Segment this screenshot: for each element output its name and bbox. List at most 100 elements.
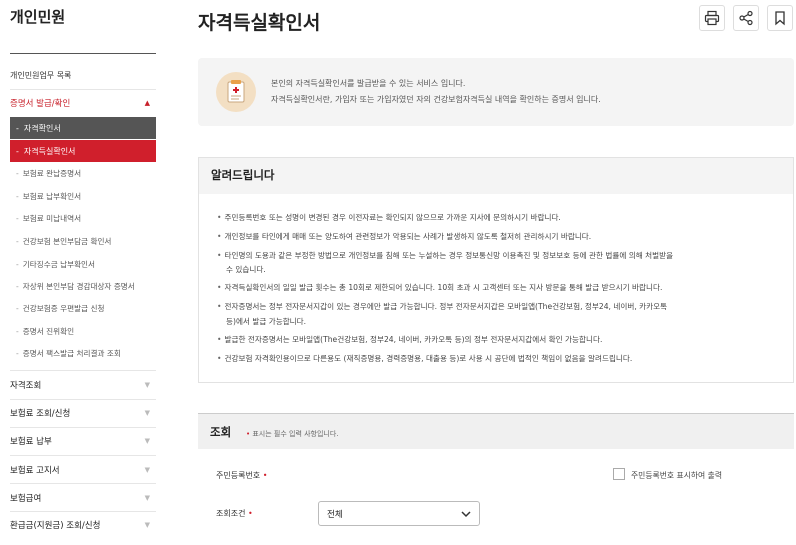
divider [10, 427, 156, 428]
sidebar-subitem[interactable]: - 증명서 팩스발급 처리결과 조회 [16, 348, 121, 359]
query-title: 조회 [210, 425, 232, 439]
resident-number-label: 주민등록번호 • [216, 470, 267, 481]
notice-item: • 타인명의 도용과 같은 부정한 방법으로 개인정보를 침해 또는 누설하는 경… [217, 250, 673, 261]
sidebar-subitem[interactable]: - 기타징수금 납부확인서 [16, 259, 95, 270]
notice-item: • 발급한 전자증명서는 모바일앱(The건강보험, 정부24, 네이버, 카카오… [217, 334, 602, 345]
sidebar-subitem-label: 보험료 미납내역서 [22, 214, 82, 223]
sidebar-title: 개인민원 [10, 8, 66, 26]
sidebar-subitem[interactable]: - 증명서 진위확인 [16, 326, 74, 337]
sidebar-category-label: 보험료 납부 [10, 437, 52, 447]
required-dot: • [245, 509, 253, 518]
sidebar-category-label: 환급금(지원금) 조회/신청 [10, 521, 101, 531]
dash-icon: - [16, 192, 19, 201]
sidebar-subitem-label: 증명서 팩스발급 처리결과 조회 [22, 349, 121, 358]
notice-item-text: 타인명의 도용과 같은 부정한 방법으로 개인정보를 침해 또는 누설하는 경우… [224, 251, 674, 260]
divider [10, 399, 156, 400]
dash-icon: - [16, 237, 19, 246]
share-button[interactable] [733, 5, 759, 31]
query-header: 조회 • 표시는 필수 입력 사항입니다. [198, 413, 794, 449]
bullet: • [217, 251, 222, 260]
bookmark-button[interactable] [767, 5, 793, 31]
sidebar-category[interactable]: 보험료 고지서 ▼ [10, 459, 156, 481]
sidebar-subitem[interactable]: - 건강보험 본인부담금 확인서 [16, 236, 111, 247]
sidebar-category-label: 자격조회 [10, 381, 42, 391]
dash-icon: - [16, 214, 19, 223]
notice-item-continued: 수 있습니다. [226, 265, 266, 274]
notice-item-text: 전자증명서는 정부 전자문서지갑이 있는 경우에만 발급 가능합니다. 정부 전… [224, 302, 668, 311]
dash-icon: - [16, 304, 19, 313]
divider [10, 483, 156, 484]
notice-item: • 건강보험 자격확인용이므로 다른용도 (재직증명용, 경력증명용, 대출용 등… [217, 353, 632, 364]
sidebar-item-label: 자격득실확인서 [23, 146, 76, 156]
sidebar-item-qualification-history[interactable]: - 자격득실확인서 [10, 140, 156, 162]
chevron-down-icon: ▼ [144, 437, 150, 445]
bullet: • [217, 335, 222, 344]
sidebar-subitem[interactable]: - 자상위 본인부담 경감대상자 증명서 [16, 281, 135, 292]
notice-item-text: 개인정보를 타인에게 매매 또는 양도하여 관련정보가 악용되는 사례가 발생하… [224, 232, 592, 241]
intro-text: 자격득실확인서란, 가입자 또는 가입자였던 자의 건강보험자격득실 내역을 확… [271, 95, 601, 104]
sidebar-category-certificates[interactable]: 증명서 발급/확인 ▲ [10, 92, 156, 114]
notice-title: 알려드립니다 [211, 168, 275, 182]
divider [10, 455, 156, 456]
chevron-down-icon: ▼ [144, 521, 150, 529]
notice-item: • 개인정보를 타인에게 매매 또는 양도하여 관련정보가 악용되는 사례가 발생… [217, 231, 591, 242]
sidebar-subitem-label: 증명서 진위확인 [22, 327, 75, 336]
sidebar-category[interactable]: 보험급여 ▼ [10, 487, 156, 509]
bullet: • [217, 213, 222, 222]
sidebar-subitem[interactable]: - 건강보험증 우편발급 신청 [16, 303, 104, 314]
sidebar-subitem-label: 건강보험증 우편발급 신청 [22, 304, 105, 313]
sidebar-category[interactable]: 보험료 납부 ▼ [10, 430, 156, 452]
dash-icon: - [16, 327, 19, 336]
search-condition-select[interactable]: 전체 [318, 501, 480, 526]
print-icon [704, 10, 720, 26]
sidebar-subitem-label: 보험료 완납증명서 [22, 169, 82, 178]
chevron-down-icon: ▼ [144, 409, 150, 417]
sidebar-category[interactable]: 보험료 조회/신청 ▼ [10, 402, 156, 424]
notice-item-text: 자격득실확인서의 일일 발급 횟수는 총 10회로 제한되어 있습니다. 10회… [224, 283, 663, 292]
sidebar-divider [10, 53, 156, 54]
sidebar-subitem[interactable]: - 보험료 미납내역서 [16, 213, 81, 224]
chevron-down-icon: ▼ [144, 381, 150, 389]
dash-icon: - [16, 282, 19, 291]
sidebar-category-label: 보험료 고지서 [10, 466, 60, 476]
notice-item-text: 발급한 전자증명서는 모바일앱(The건강보험, 정부24, 네이버, 카카오톡… [224, 335, 603, 344]
select-value: 전체 [327, 509, 343, 520]
bullet: • [217, 232, 222, 241]
sidebar-subitem[interactable]: - 보험료 완납증명서 [16, 168, 81, 179]
sidebar-link-civil-list[interactable]: 개인민원업무 목록 [10, 70, 71, 81]
notice-item: • 전자증명서는 정부 전자문서지갑이 있는 경우에만 발급 가능합니다. 정부 … [217, 301, 667, 312]
sidebar-category[interactable]: 환급금(지원금) 조회/신청 ▼ [10, 514, 156, 536]
sidebar-category[interactable]: 자격조회 ▼ [10, 374, 156, 396]
bookmark-icon [775, 11, 785, 26]
sidebar-category-label: 보험급여 [10, 494, 42, 504]
sidebar-category-label: 보험료 조회/신청 [10, 409, 71, 419]
sidebar-category-label: 증명서 발급/확인 [10, 99, 71, 109]
notice-header: 알려드립니다 [199, 158, 793, 194]
document-icon [216, 72, 256, 112]
sidebar-subitem[interactable]: - 보험료 납부확인서 [16, 191, 81, 202]
chevron-down-icon [461, 510, 471, 517]
dash-icon: - [16, 260, 19, 269]
required-note: • 표시는 필수 입력 사항입니다. [246, 429, 339, 439]
checkbox-label: 주민등록번호 표시하여 출력 [631, 471, 723, 480]
required-dot: • [260, 471, 268, 480]
bullet: • [217, 302, 222, 311]
print-resident-number-checkbox[interactable] [613, 468, 625, 480]
divider [10, 89, 156, 90]
field-label-text: 조회조건 [216, 509, 246, 518]
bullet: • [217, 354, 222, 363]
dash-icon: - [16, 123, 19, 133]
print-button[interactable] [699, 5, 725, 31]
chevron-down-icon: ▼ [144, 466, 150, 474]
intro-box: 본인의 자격득실확인서를 발급받을 수 있는 서비스 입니다. 자격득실확인서란… [198, 58, 794, 126]
intro-text: 본인의 자격득실확인서를 발급받을 수 있는 서비스 입니다. [271, 79, 466, 88]
divider [10, 370, 156, 371]
sidebar-item-label: 자격확인서 [23, 123, 61, 133]
sidebar-subitem-label: 보험료 납부확인서 [22, 192, 82, 201]
required-note-text: 표시는 필수 입력 사항입니다. [252, 430, 339, 438]
bullet: • [217, 283, 222, 292]
sidebar-item-qualification-confirmation[interactable]: - 자격확인서 [10, 117, 156, 139]
dash-icon: - [16, 349, 19, 358]
notice-item-continued: 등)에서 발급 가능합니다. [226, 317, 307, 326]
notice-item-text: 주민등록번호 또는 성명이 변경된 경우 이전자료는 확인되지 않으므로 가까운… [224, 213, 561, 222]
